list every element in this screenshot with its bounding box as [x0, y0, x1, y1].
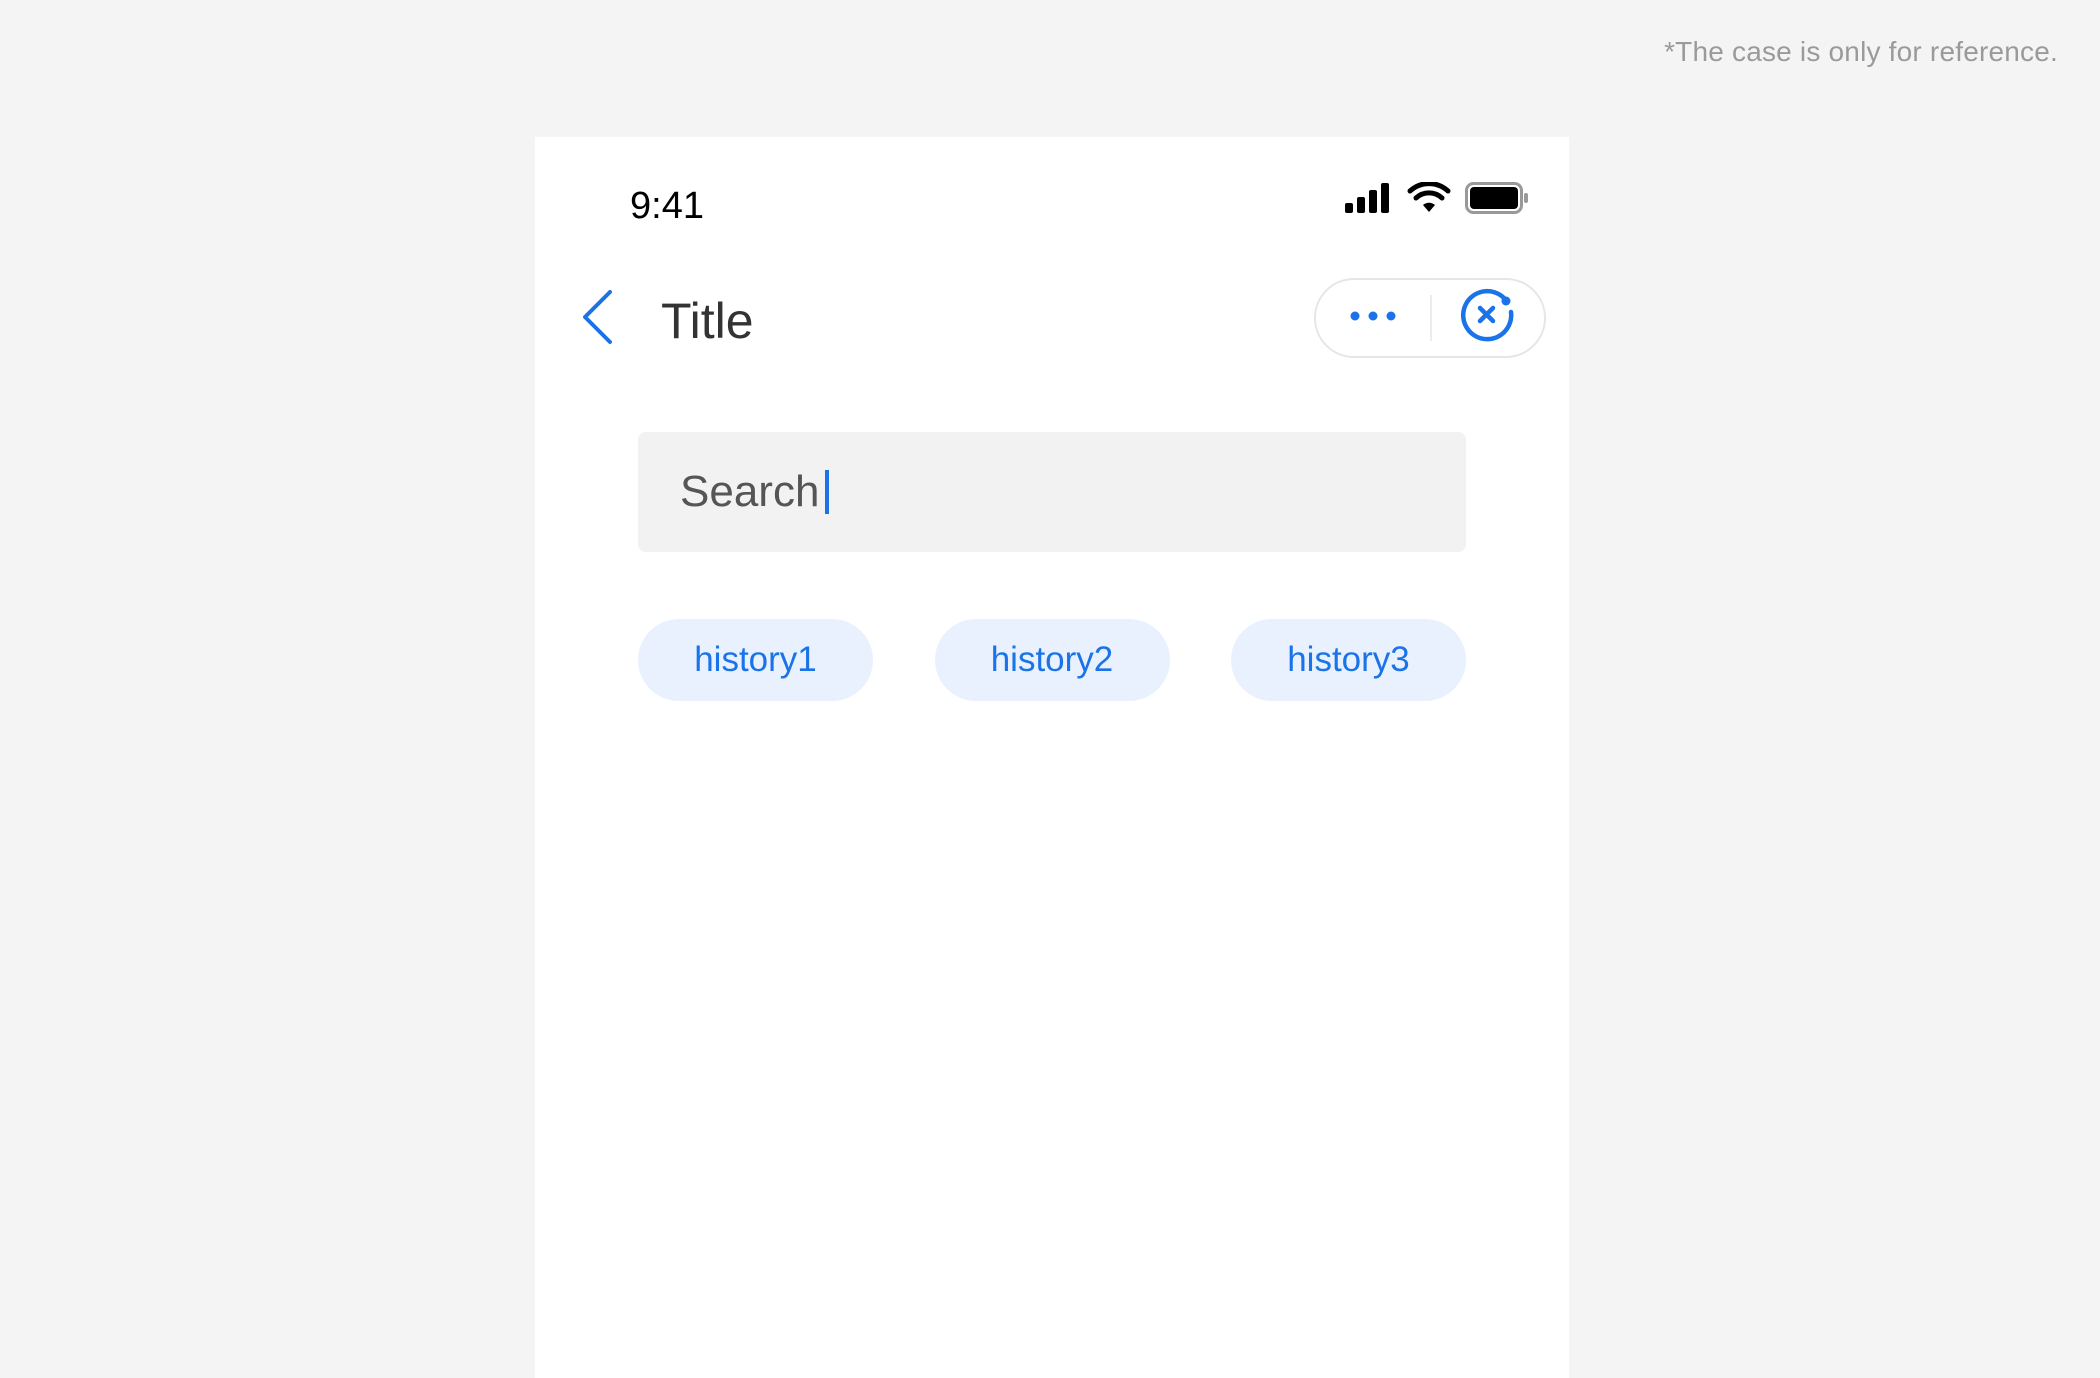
history-chip[interactable]: history3 [1231, 619, 1466, 701]
page-title: Title [661, 293, 754, 349]
phone-screen: 9:41 Title Search history1 history2 hist… [535, 137, 1569, 1378]
more-dots-icon [1350, 309, 1396, 327]
wifi-icon [1407, 180, 1451, 219]
text-caret [825, 470, 830, 514]
signal-icon [1345, 182, 1393, 218]
back-button[interactable] [575, 289, 619, 349]
status-time: 9:41 [630, 185, 704, 227]
close-button[interactable] [1432, 280, 1544, 356]
battery-icon [1465, 181, 1529, 219]
history-chip[interactable]: history2 [934, 619, 1170, 701]
history-chip[interactable]: history1 [638, 619, 873, 701]
status-icons [1345, 180, 1529, 219]
history-list: history1 history2 history3 [638, 619, 1466, 701]
search-placeholder: Search [680, 467, 820, 516]
reference-note: *The case is only for reference. [1664, 36, 2058, 67]
chevron-left-icon [580, 289, 614, 350]
menu-capsule [1314, 278, 1546, 358]
close-circle-icon [1460, 288, 1516, 349]
canvas: *The case is only for reference. 9:41 Ti… [0, 0, 2100, 1378]
more-button[interactable] [1316, 280, 1430, 356]
search-input[interactable]: Search [638, 432, 1466, 552]
